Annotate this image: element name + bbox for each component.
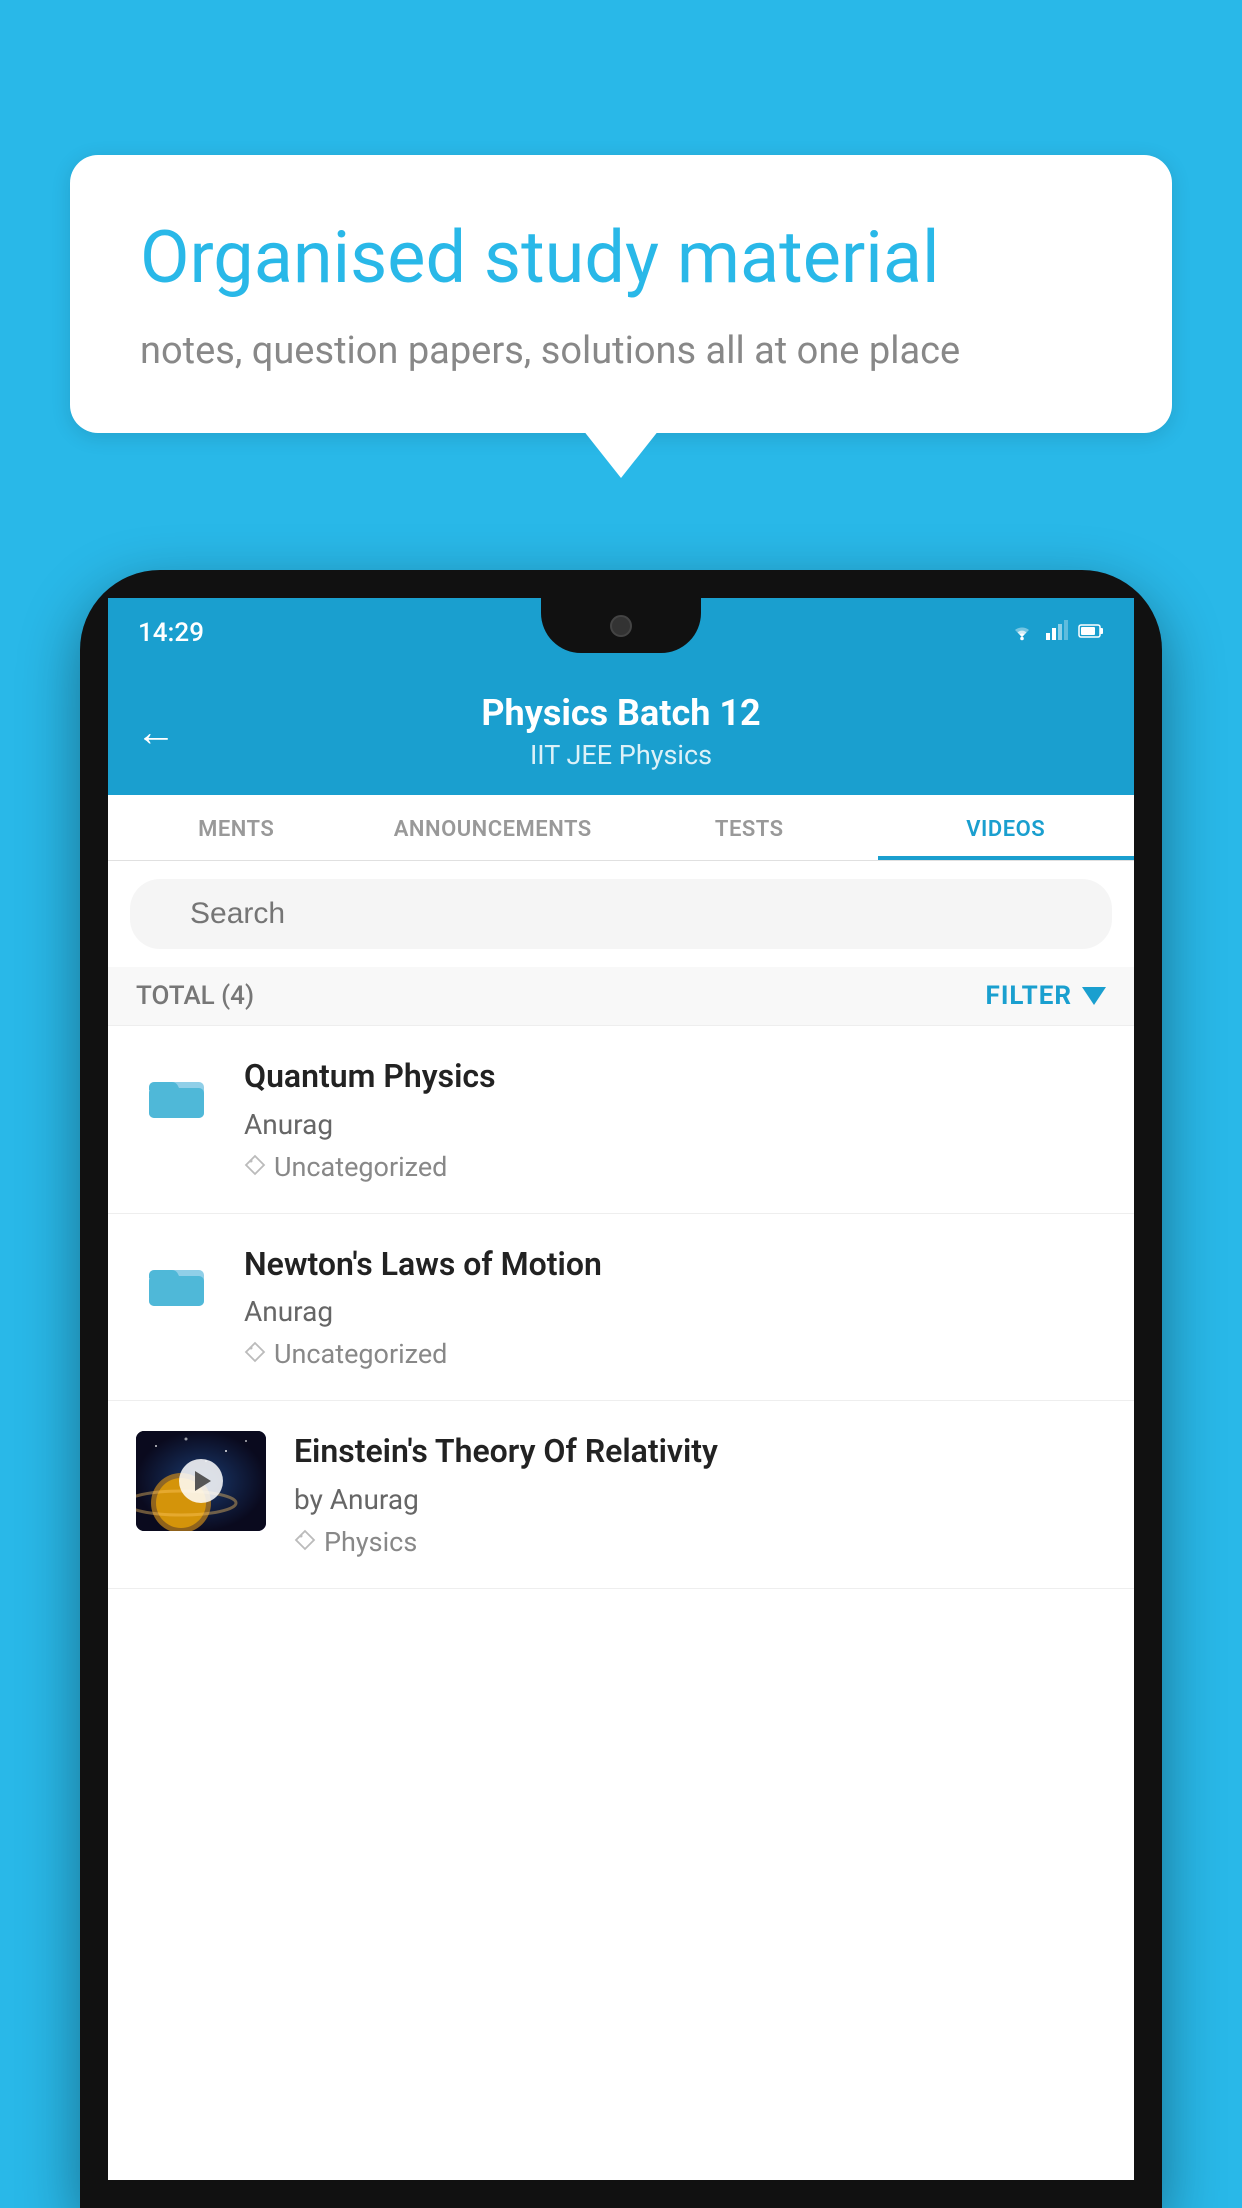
filter-label: FILTER — [986, 981, 1072, 1011]
video-list: Quantum Physics Anurag Uncategorized — [108, 1026, 1134, 1589]
filter-button[interactable]: FILTER — [986, 981, 1106, 1011]
total-count-label: TOTAL (4) — [136, 981, 254, 1011]
list-item[interactable]: Quantum Physics Anurag Uncategorized — [108, 1026, 1134, 1214]
tab-bar: MENTS ANNOUNCEMENTS TESTS VIDEOS — [108, 795, 1134, 861]
video-author: Anurag — [244, 1295, 1106, 1328]
video-tag: Uncategorized — [244, 1338, 1106, 1370]
video-tag: Physics — [294, 1526, 1106, 1558]
phone-camera — [610, 615, 632, 637]
video-thumbnail — [136, 1431, 266, 1531]
status-time: 14:29 — [138, 618, 204, 648]
video-title: Quantum Physics — [244, 1056, 1106, 1098]
folder-icon-container — [136, 1056, 216, 1124]
search-wrapper — [130, 879, 1112, 949]
tab-ments[interactable]: MENTS — [108, 795, 365, 860]
play-icon — [195, 1471, 211, 1491]
tag-icon — [244, 1338, 266, 1370]
play-button[interactable] — [179, 1459, 223, 1503]
video-info: Quantum Physics Anurag Uncategorized — [244, 1056, 1106, 1183]
video-author: Anurag — [244, 1108, 1106, 1141]
signal-icon — [1046, 620, 1068, 646]
list-item[interactable]: Newton's Laws of Motion Anurag Uncategor… — [108, 1214, 1134, 1402]
tag-icon — [244, 1151, 266, 1183]
speech-bubble-subtext: notes, question papers, solutions all at… — [140, 329, 1102, 373]
app-subtitle: IIT JEE Physics — [138, 739, 1104, 771]
app-title: Physics Batch 12 — [138, 692, 1104, 735]
video-tag: Uncategorized — [244, 1151, 1106, 1183]
speech-bubble-section: Organised study material notes, question… — [70, 155, 1172, 433]
speech-bubble-card: Organised study material notes, question… — [70, 155, 1172, 433]
folder-icon-container — [136, 1244, 216, 1312]
battery-icon — [1078, 621, 1104, 646]
filter-bar: TOTAL (4) FILTER — [108, 967, 1134, 1026]
filter-icon — [1082, 987, 1106, 1005]
list-item[interactable]: Einstein's Theory Of Relativity by Anura… — [108, 1401, 1134, 1589]
tab-announcements[interactable]: ANNOUNCEMENTS — [365, 795, 622, 860]
back-button[interactable]: ← — [136, 708, 176, 755]
speech-bubble-heading: Organised study material — [140, 215, 1102, 301]
folder-icon — [144, 1252, 209, 1312]
phone-frame: 14:29 — [80, 570, 1162, 2208]
video-title: Einstein's Theory Of Relativity — [294, 1431, 1106, 1473]
wifi-icon — [1008, 619, 1036, 647]
phone-screen: ← Physics Batch 12 IIT JEE Physics MENTS… — [108, 668, 1134, 2180]
status-icons — [1008, 619, 1104, 647]
app-header: ← Physics Batch 12 IIT JEE Physics — [108, 668, 1134, 795]
tab-videos[interactable]: VIDEOS — [878, 795, 1135, 860]
phone-notch — [541, 598, 701, 653]
video-author: by Anurag — [294, 1483, 1106, 1516]
search-bar-container — [108, 861, 1134, 967]
tag-label: Physics — [324, 1526, 417, 1558]
video-info: Einstein's Theory Of Relativity by Anura… — [294, 1431, 1106, 1558]
status-bar: 14:29 — [108, 598, 1134, 668]
video-title: Newton's Laws of Motion — [244, 1244, 1106, 1286]
search-input[interactable] — [130, 879, 1112, 949]
tag-label: Uncategorized — [274, 1338, 447, 1370]
video-info: Newton's Laws of Motion Anurag Uncategor… — [244, 1244, 1106, 1371]
tag-label: Uncategorized — [274, 1151, 447, 1183]
tag-icon — [294, 1526, 316, 1558]
folder-icon — [144, 1064, 209, 1124]
tab-tests[interactable]: TESTS — [621, 795, 878, 860]
